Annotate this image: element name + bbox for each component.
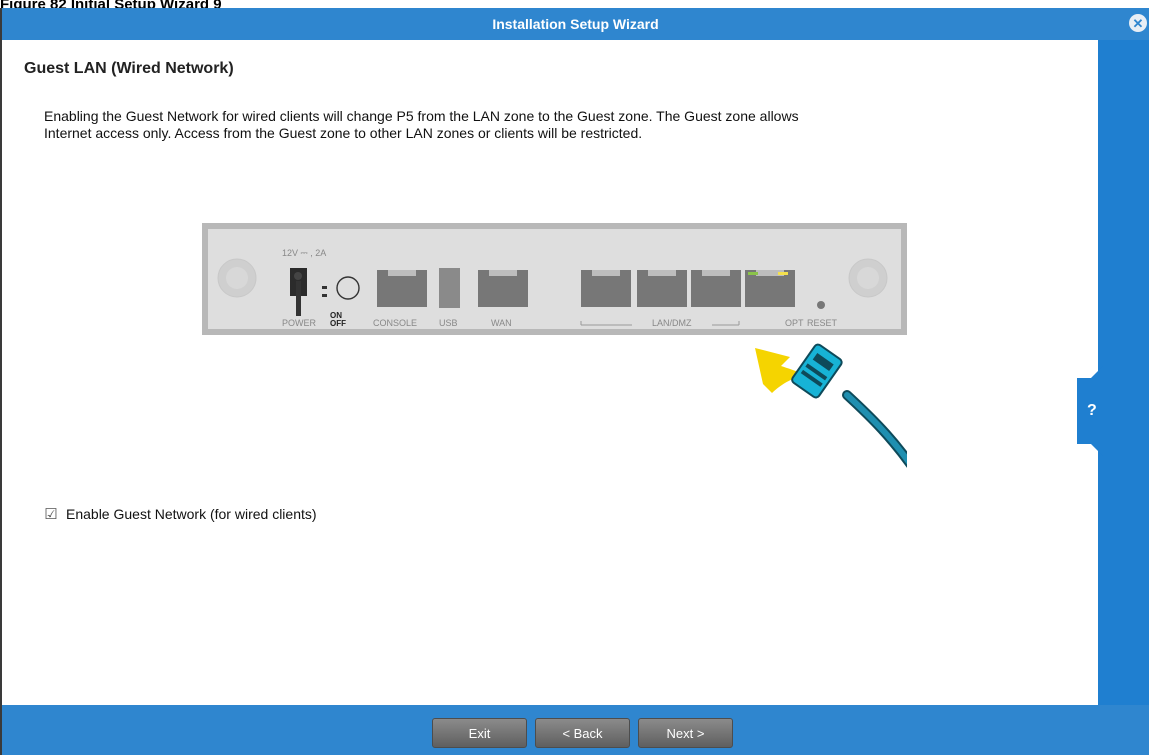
reset-label: RESET [807, 318, 838, 328]
right-rail [1098, 40, 1149, 713]
power-label: POWER [282, 318, 317, 328]
rating-label: 12V ⎓ , 2A [282, 248, 327, 258]
main-content: Guest LAN (Wired Network) Enabling the G… [24, 60, 1084, 141]
device-rear-panel-illustration: 12V ⎓ , 2A POWER ON OFF CONSOLE USB WAN … [202, 223, 919, 485]
figure-caption: Figure 82 Initial Setup Wizard 9 [0, 0, 222, 13]
description-line: Internet access only. Access from the Gu… [44, 125, 643, 141]
close-icon[interactable]: ✕ [1129, 14, 1147, 32]
description: Enabling the Guest Network for wired cli… [44, 108, 1064, 142]
help-tab[interactable]: ? [1077, 366, 1103, 456]
footer-bar: Exit < Back Next > [2, 705, 1149, 755]
checkbox-label: Enable Guest Network (for wired clients) [66, 506, 317, 522]
switch-off-label: OFF [330, 319, 346, 328]
lan-dmz-label: LAN/DMZ [652, 318, 692, 328]
title-bar: Installation Setup Wizard ✕ [2, 8, 1149, 40]
checkmark-icon: ☑ [44, 506, 58, 523]
opt-label: OPT [785, 318, 804, 328]
question-icon: ? [1087, 402, 1097, 419]
exit-button[interactable]: Exit [432, 718, 527, 748]
console-label: CONSOLE [373, 318, 418, 328]
enable-guest-network-checkbox[interactable]: ☑ Enable Guest Network (for wired client… [44, 506, 317, 523]
description-line: Enabling the Guest Network for wired cli… [44, 108, 799, 124]
next-button[interactable]: Next > [638, 718, 733, 748]
page-title: Guest LAN (Wired Network) [24, 60, 234, 77]
window-title: Installation Setup Wizard [492, 16, 659, 32]
usb-label: USB [439, 318, 458, 328]
back-button[interactable]: < Back [535, 718, 630, 748]
wan-label: WAN [491, 318, 512, 328]
wizard-window: Installation Setup Wizard ✕ Guest LAN (W… [0, 8, 1149, 755]
